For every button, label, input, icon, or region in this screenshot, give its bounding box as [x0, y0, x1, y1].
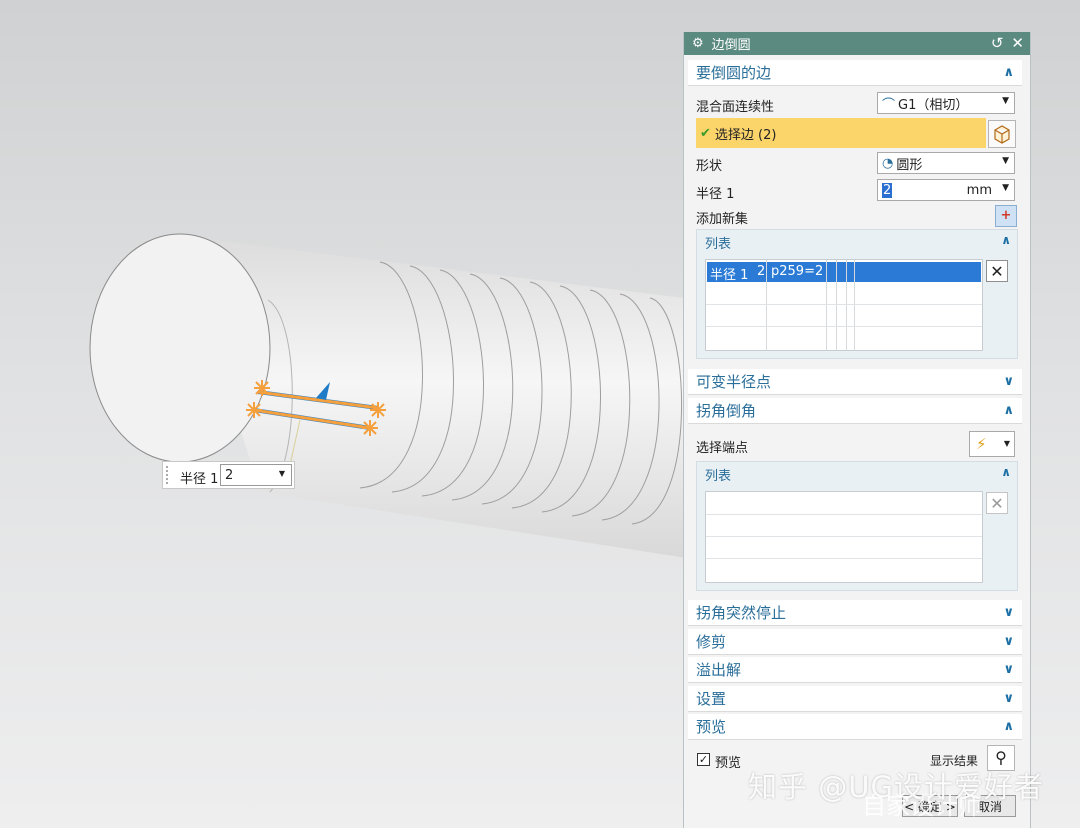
radius-value: 2 [882, 182, 893, 198]
cube-icon [994, 125, 1010, 144]
section-corner-stop[interactable]: 拐角突然停止 ∨ [688, 600, 1022, 626]
select-endpoint-button[interactable]: ⚡ ▼ [969, 431, 1015, 457]
reset-icon[interactable]: ↺ [991, 36, 1004, 51]
section-corner-setback[interactable]: 拐角倒角 ∧ [688, 398, 1022, 424]
section-edge-to-blend[interactable]: 要倒圆的边 ∧ [688, 60, 1022, 86]
section-title: 修剪 [696, 633, 727, 651]
add-new-set-label: 添加新集 [696, 212, 749, 227]
chevron-down-icon: ∨ [1003, 634, 1014, 649]
table-cell: 2 [757, 264, 766, 279]
edge-blend-dialog: ⚙ 边倒圆 ↺ ✕ 要倒圆的边 ∧ 混合面连续性 ⌒ G1（相切） ▼ ✔ 选择… [683, 32, 1031, 828]
cylinder-end-face[interactable] [89, 233, 271, 463]
chevron-down-icon: ▼ [1002, 183, 1009, 193]
section-title: 溢出解 [696, 661, 742, 679]
table-row-selected[interactable]: 半径 1 2 p259=2 [707, 262, 981, 283]
shape-icon: ◔ [882, 155, 894, 171]
shape-value: 圆形 [896, 157, 923, 173]
checkmark-icon: ✔ [700, 125, 711, 141]
shape-label: 形状 [696, 159, 723, 174]
chevron-up-icon: ∧ [1003, 719, 1014, 734]
select-edge-cube-button[interactable] [988, 120, 1016, 148]
chevron-down-icon: ▼ [1002, 156, 1009, 166]
preview-checkbox[interactable]: ✓ [697, 753, 710, 766]
section-title: 要倒圆的边 [696, 64, 772, 82]
chevron-down-icon: ∨ [1003, 662, 1014, 677]
blend-continuity-select[interactable]: ⌒ G1（相切） ▼ [877, 92, 1015, 114]
radius-float-input[interactable]: 半径 1 2 ▼ [162, 461, 295, 489]
close-icon: ✕ [990, 493, 1004, 513]
float-radius-field[interactable]: 2 ▼ [220, 464, 292, 486]
table-cell: p259=2 [771, 264, 824, 279]
threaded-cylinder[interactable] [89, 233, 700, 560]
close-icon[interactable]: ✕ [1011, 36, 1024, 51]
select-endpoint-label: 选择端点 [696, 441, 749, 456]
select-edge-label: 选择边 (2) [714, 127, 777, 143]
endpoint-table[interactable] [705, 491, 983, 583]
chevron-up-icon: ∧ [1003, 65, 1014, 80]
chevron-up-icon: ∧ [1003, 403, 1014, 418]
float-radius-value: 2 [225, 468, 234, 483]
continuity-icon: ⌒ [882, 97, 896, 113]
watermark-subtext: 自家设计师 [862, 792, 982, 820]
section-overflow[interactable]: 溢出解 ∨ [688, 657, 1022, 683]
section-title: 预览 [696, 718, 727, 736]
chevron-down-icon: ▼ [1003, 439, 1010, 448]
delete-set-button[interactable]: ✕ [986, 260, 1008, 282]
delete-endpoint-button[interactable]: ✕ [986, 492, 1008, 514]
blend-set-table[interactable]: 半径 1 2 p259=2 [705, 259, 983, 351]
radius-unit: mm [966, 183, 992, 198]
section-variable-radius[interactable]: 可变半径点 ∨ [688, 369, 1022, 395]
preview-checkbox-label: 预览 [715, 756, 742, 771]
section-preview[interactable]: 预览 ∧ [688, 714, 1022, 740]
chevron-up-icon[interactable]: ∧ [1001, 465, 1011, 479]
section-title: 设置 [696, 690, 727, 708]
chevron-down-icon: ∨ [1003, 691, 1014, 706]
point-select-icon: ⚡ [976, 435, 987, 453]
dialog-title: 边倒圆 [711, 38, 751, 53]
section-title: 拐角倒角 [696, 402, 757, 420]
shape-select[interactable]: ◔ 圆形 ▼ [877, 152, 1015, 174]
gear-icon: ⚙ [692, 36, 704, 51]
chevron-down-icon: ∨ [1003, 374, 1014, 389]
blend-continuity-value: G1（相切） [898, 97, 969, 113]
table-cell: 半径 1 [710, 268, 749, 283]
close-icon: ✕ [990, 261, 1004, 281]
chevron-down-icon: ∨ [1003, 605, 1014, 620]
select-edge-row[interactable]: ✔ 选择边 (2) [696, 118, 986, 148]
radius-input[interactable]: 2 mm ▼ [877, 179, 1015, 201]
chevron-down-icon: ▼ [1002, 96, 1009, 106]
blend-set-list-panel: 列表 ∧ 半径 1 2 p259=2 ✕ [696, 229, 1018, 359]
section-settings[interactable]: 设置 ∨ [688, 686, 1022, 712]
endpoint-list-panel: 列表 ∧ ✕ [696, 461, 1018, 591]
chevron-up-icon[interactable]: ∧ [1001, 233, 1011, 247]
add-set-icon: + [1000, 208, 1012, 223]
list-header: 列表 [705, 237, 732, 252]
drag-grip-icon[interactable] [166, 466, 172, 484]
list-header: 列表 [705, 469, 732, 484]
checkmark-icon: ✓ [698, 753, 709, 766]
add-new-set-button[interactable]: + [995, 205, 1017, 227]
radius-label: 半径 1 [696, 187, 735, 202]
blend-continuity-label: 混合面连续性 [696, 100, 775, 115]
chevron-down-icon[interactable]: ▼ [279, 469, 285, 478]
dialog-titlebar[interactable]: ⚙ 边倒圆 ↺ ✕ [684, 32, 1030, 55]
float-radius-label: 半径 1 [180, 472, 219, 487]
section-trim[interactable]: 修剪 ∨ [688, 629, 1022, 655]
section-title: 拐角突然停止 [696, 604, 787, 622]
section-title: 可变半径点 [696, 373, 772, 391]
